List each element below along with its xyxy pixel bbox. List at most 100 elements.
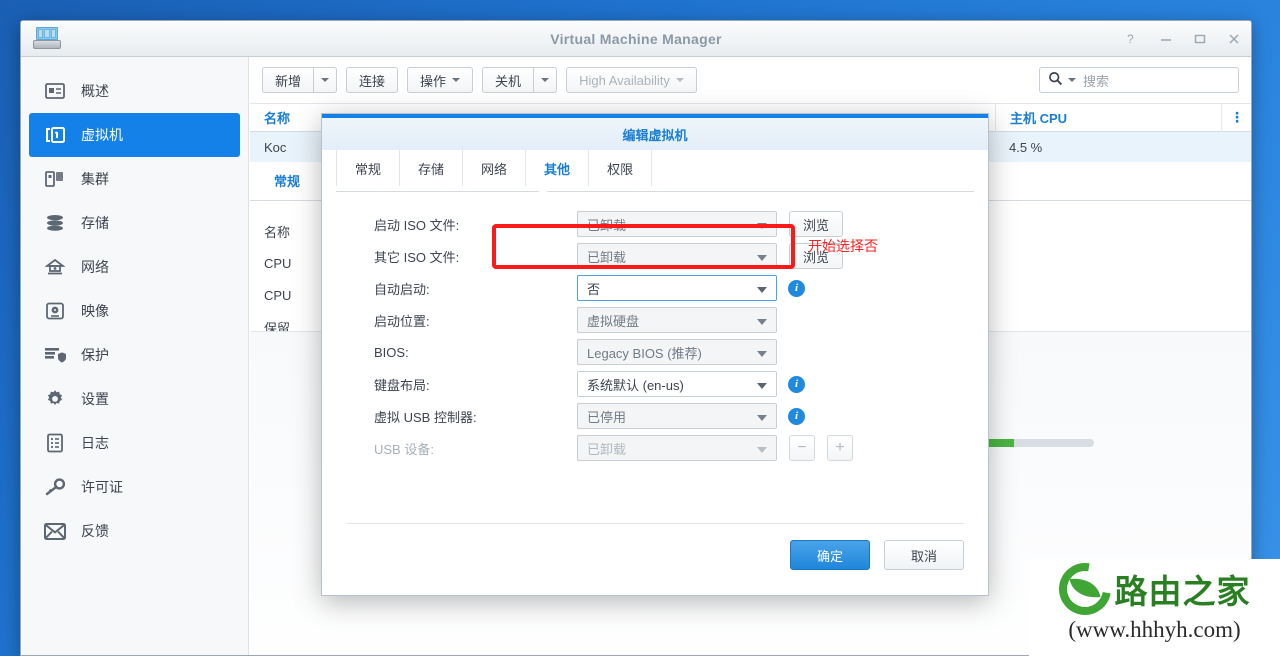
confirm-button[interactable]: 确定 [790,540,870,570]
chevron-down-icon [321,78,330,82]
select-value: 已卸载 [587,441,627,457]
sidebar-item-network[interactable]: 网络 [29,245,240,289]
cell-host-cpu: 4.5 % [1009,139,1043,155]
connect-button[interactable]: 连接 [346,67,399,93]
add-button-group: 新增 [262,67,338,93]
select-value: 已卸载 [587,249,627,265]
chevron-down-icon [757,319,767,325]
field-row-other-iso: 其它 ISO 文件: 已卸载 浏览 [322,240,988,272]
select-value: 否 [587,281,601,297]
feedback-envelope-icon [42,519,68,543]
network-home-icon [42,255,68,279]
help-button[interactable]: ? [1123,30,1141,48]
chevron-down-icon[interactable] [1068,78,1076,82]
dialog-title: 编辑虚拟机 [322,118,988,150]
sidebar-item-label: 设置 [81,391,109,407]
virtual-machine-icon [42,123,68,147]
dialog-tab-general[interactable]: 常规 [336,150,401,186]
usb-device-select[interactable]: 已卸载 [577,435,777,461]
select-value: 已停用 [587,409,627,425]
field-row-boot-iso: 启动 ISO 文件: 已卸载 浏览 [322,208,988,240]
watermark-logo-icon [1048,552,1121,626]
remove-usb-device-button[interactable]: − [789,435,815,461]
high-availability-label: High Availability [579,72,670,88]
watermark-brand: 路由之家 [1114,572,1251,611]
cancel-button[interactable]: 取消 [884,540,964,570]
sidebar-item-settings[interactable]: 设置 [29,377,240,421]
keyboard-layout-select[interactable]: 系统默认 (en-us) [577,371,777,397]
dialog-tab-permission[interactable]: 权限 [589,150,653,186]
field-label: 键盘布局: [374,377,430,393]
sidebar-item-feedback[interactable]: 反馈 [29,509,240,553]
detail-tab-general[interactable]: 常规 [264,164,310,200]
browse-boot-iso-button[interactable]: 浏览 [789,211,843,237]
search-input[interactable]: 搜索 [1039,67,1239,93]
chevron-down-icon [757,223,767,229]
sidebar-item-label: 集群 [81,171,109,187]
sidebar-navigation: 概述 虚拟机 集群 存储 网络 映像 保护 设置 日志 许可证 反馈 [21,57,249,655]
vm-toolbar: 新增 连接 操作 关机 High Availability 搜索 [250,57,1251,103]
sidebar-item-log[interactable]: 日志 [29,421,240,465]
boot-iso-select[interactable]: 已卸载 [577,211,777,237]
sidebar-item-label: 网络 [81,259,109,275]
field-label: 启动位置: [374,313,430,329]
field-row-boot-location: 启动位置: 虚拟硬盘 [322,304,988,336]
bios-select[interactable]: Legacy BIOS (推荐) [577,339,777,365]
search-placeholder: 搜索 [1083,73,1110,89]
field-row-usb-device: USB 设备: 已卸载 − + [322,432,988,464]
sidebar-item-overview[interactable]: 概述 [29,69,240,113]
desktop-background: Virtual Machine Manager ? 概述 虚拟机 集群 存储 网… [0,0,1280,656]
sidebar-item-protection[interactable]: 保护 [29,333,240,377]
chevron-down-icon [757,415,767,421]
chevron-down-icon [757,447,767,453]
field-row-keyboard-layout: 键盘布局: 系统默认 (en-us) i [322,368,988,400]
sidebar-item-label: 日志 [81,435,109,451]
add-usb-device-button[interactable]: + [827,435,853,461]
sidebar-item-label: 存储 [81,215,109,231]
select-value: 系统默认 (en-us) [587,377,684,393]
field-row-bios: BIOS: Legacy BIOS (推荐) [322,336,988,368]
sidebar-item-label: 许可证 [81,479,123,495]
high-availability-button[interactable]: High Availability [566,67,697,93]
sidebar-item-label: 反馈 [81,523,109,539]
info-icon[interactable]: i [788,375,805,393]
usb-controller-select[interactable]: 已停用 [577,403,777,429]
field-row-usb-controller: 虚拟 USB 控制器: 已停用 i [322,400,988,432]
close-button[interactable] [1225,30,1243,48]
chevron-down-icon [541,78,550,82]
sidebar-item-license[interactable]: 许可证 [29,465,240,509]
autostart-select[interactable]: 否 [577,275,777,301]
high-availability-button-group: High Availability [566,67,697,93]
shutdown-button-group: 关机 [482,67,558,93]
boot-location-select[interactable]: 虚拟硬盘 [577,307,777,333]
dialog-tab-network[interactable]: 网络 [463,150,527,186]
add-dropdown-button[interactable] [313,67,338,93]
action-button[interactable]: 操作 [407,67,474,93]
maximize-button[interactable] [1191,30,1209,48]
other-iso-select[interactable]: 已卸载 [577,243,777,269]
sidebar-item-virtual-machine[interactable]: 虚拟机 [29,113,240,157]
connect-button-group: 连接 [346,67,399,93]
dialog-tab-other[interactable]: 其他 [526,150,590,186]
window-controls: ? [1123,21,1243,57]
sidebar-item-storage[interactable]: 存储 [29,201,240,245]
dialog-tab-storage[interactable]: 存储 [400,150,464,186]
dialog-footer-divider [346,523,964,524]
dialog-footer: 确定 取消 [790,540,964,570]
shutdown-button[interactable]: 关机 [482,67,534,93]
license-key-icon [42,475,68,499]
sidebar-item-image[interactable]: 映像 [29,289,240,333]
add-button[interactable]: 新增 [262,67,314,93]
edit-vm-dialog: 编辑虚拟机 常规 存储 网络 其他 权限 启动 ISO 文件: 已卸载 浏览 其… [321,113,989,596]
sidebar-item-cluster[interactable]: 集群 [29,157,240,201]
select-value: Legacy BIOS (推荐) [587,345,702,361]
chevron-down-icon [757,383,767,389]
info-icon[interactable]: i [788,279,805,297]
more-options-icon[interactable]: ⋮ [1230,109,1245,126]
minimize-button[interactable] [1157,30,1175,48]
shutdown-dropdown-button[interactable] [533,67,558,93]
info-icon[interactable]: i [788,407,805,425]
column-header-host-cpu[interactable]: 主机 CPU [995,103,1221,132]
sidebar-item-label: 保护 [81,347,109,363]
chevron-down-icon [452,78,461,82]
